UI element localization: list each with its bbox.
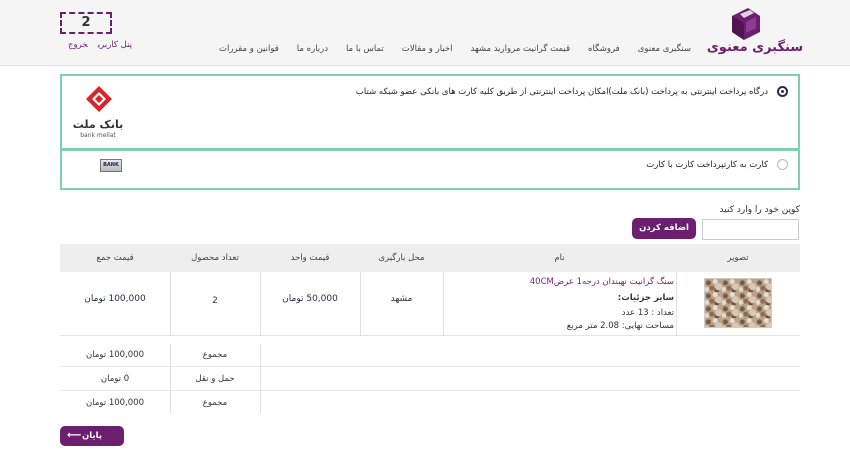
site-logo[interactable]: سنگبری معنوی	[706, 6, 804, 60]
user-panel-link[interactable]: پنل کاربری	[98, 40, 132, 50]
mellat-logo: بانک ملت bank mellat	[70, 84, 126, 142]
product-name[interactable]: سنگ گرانیت نهبندان درجه1 عرض40CM	[530, 277, 674, 287]
product-quantity: 2	[212, 296, 218, 306]
product-total: 100,000 تومان	[84, 294, 146, 304]
mellat-logo-text: بانک ملت	[72, 118, 124, 131]
logout-link[interactable]: خروج	[68, 40, 88, 50]
summary-row-total: 100,000 تومان مجموع	[60, 392, 800, 415]
nav-contact[interactable]: تماس با ما	[337, 44, 393, 54]
mellat-radio[interactable]	[777, 86, 788, 97]
product-count: تعداد : 13 عدد	[621, 308, 674, 318]
coupon-input[interactable]	[702, 219, 799, 240]
payment-option-card[interactable]: کارت به کارتپرداخت کارت با کارت BANK	[60, 150, 800, 190]
nav-news[interactable]: اخبار و مقالات	[393, 44, 462, 54]
header-image: تصویر	[727, 253, 749, 263]
nav-granite-price[interactable]: قیمت گرانیت مروارید مشهد	[461, 44, 579, 54]
product-unit-price: 50,000 تومان	[282, 294, 338, 304]
summary-row-subtotal: 100,000 تومان مجموع	[60, 344, 800, 367]
subtotal-label: مجموع	[202, 350, 228, 360]
divider	[360, 272, 361, 336]
subtotal-value: 100,000 تومان	[86, 350, 144, 360]
card-radio[interactable]	[777, 159, 788, 170]
divider	[260, 272, 261, 336]
header-total: قیمت جمع	[96, 253, 134, 263]
finish-button-label: پایان	[81, 431, 103, 441]
mellat-logo-subtext: bank mellat	[80, 132, 116, 139]
brand-name: سنگبری معنوی	[706, 40, 804, 55]
nav-rules[interactable]: قوانین و مقررات	[210, 44, 288, 54]
add-coupon-button[interactable]: اضافه کردن	[632, 218, 696, 239]
nav-home[interactable]: سنگبری معنوی	[629, 44, 700, 54]
table-header: تصویر نام محل بارگیری قیمت واحد تعداد مح…	[60, 244, 800, 272]
payment-option-mellat[interactable]: درگاه پرداخت اینترنتی به پرداخت (بانک مل…	[60, 74, 800, 150]
header-location: محل بارگیری	[378, 253, 425, 263]
nav-shop[interactable]: فروشگاه	[579, 44, 629, 54]
product-location: مشهد	[390, 294, 413, 304]
product-area: مساحت نهایی: 2.08 متر مربع	[566, 321, 674, 331]
cart-count-badge[interactable]: 2	[60, 12, 112, 34]
nav-about[interactable]: درباره ما	[288, 44, 337, 54]
total-label: مجموع	[202, 398, 228, 408]
shipping-label: حمل و نقل	[195, 374, 235, 384]
header-name: نام	[554, 253, 565, 263]
divider	[443, 272, 444, 336]
table-row: سنگ گرانیت نهبندان درجه1 عرض40CM سایر جز…	[60, 272, 800, 336]
finish-button[interactable]: ⟵ پایان	[60, 426, 124, 446]
logo-icon	[732, 8, 760, 40]
summary-row-shipping: 0 تومان حمل و نقل	[60, 368, 800, 391]
mellat-description: درگاه پرداخت اینترنتی به پرداخت (بانک مل…	[355, 87, 768, 97]
total-value: 100,000 تومان	[86, 398, 144, 408]
product-thumbnail[interactable]	[704, 278, 772, 328]
bank-icon: BANK	[100, 159, 122, 172]
header-quantity: تعداد محصول	[191, 253, 239, 263]
mellat-emblem-icon	[86, 86, 112, 112]
header-unit-price: قیمت واحد	[290, 253, 330, 263]
arrow-left-icon: ⟵	[67, 430, 82, 441]
card-description: کارت به کارتپرداخت کارت با کارت	[646, 160, 768, 170]
shipping-value: 0 تومان	[100, 374, 130, 384]
divider	[676, 272, 677, 336]
site-header: سنگبری معنوی سنگبری معنوی فروشگاه قیمت گ…	[0, 0, 850, 66]
product-details-title: سایر جزئیات:	[617, 293, 674, 303]
coupon-label: کوپن خود را وارد کنید	[719, 205, 800, 215]
main-nav: سنگبری معنوی فروشگاه قیمت گرانیت مروارید…	[210, 44, 700, 54]
user-links: پنل کاربری خروج	[58, 40, 132, 50]
